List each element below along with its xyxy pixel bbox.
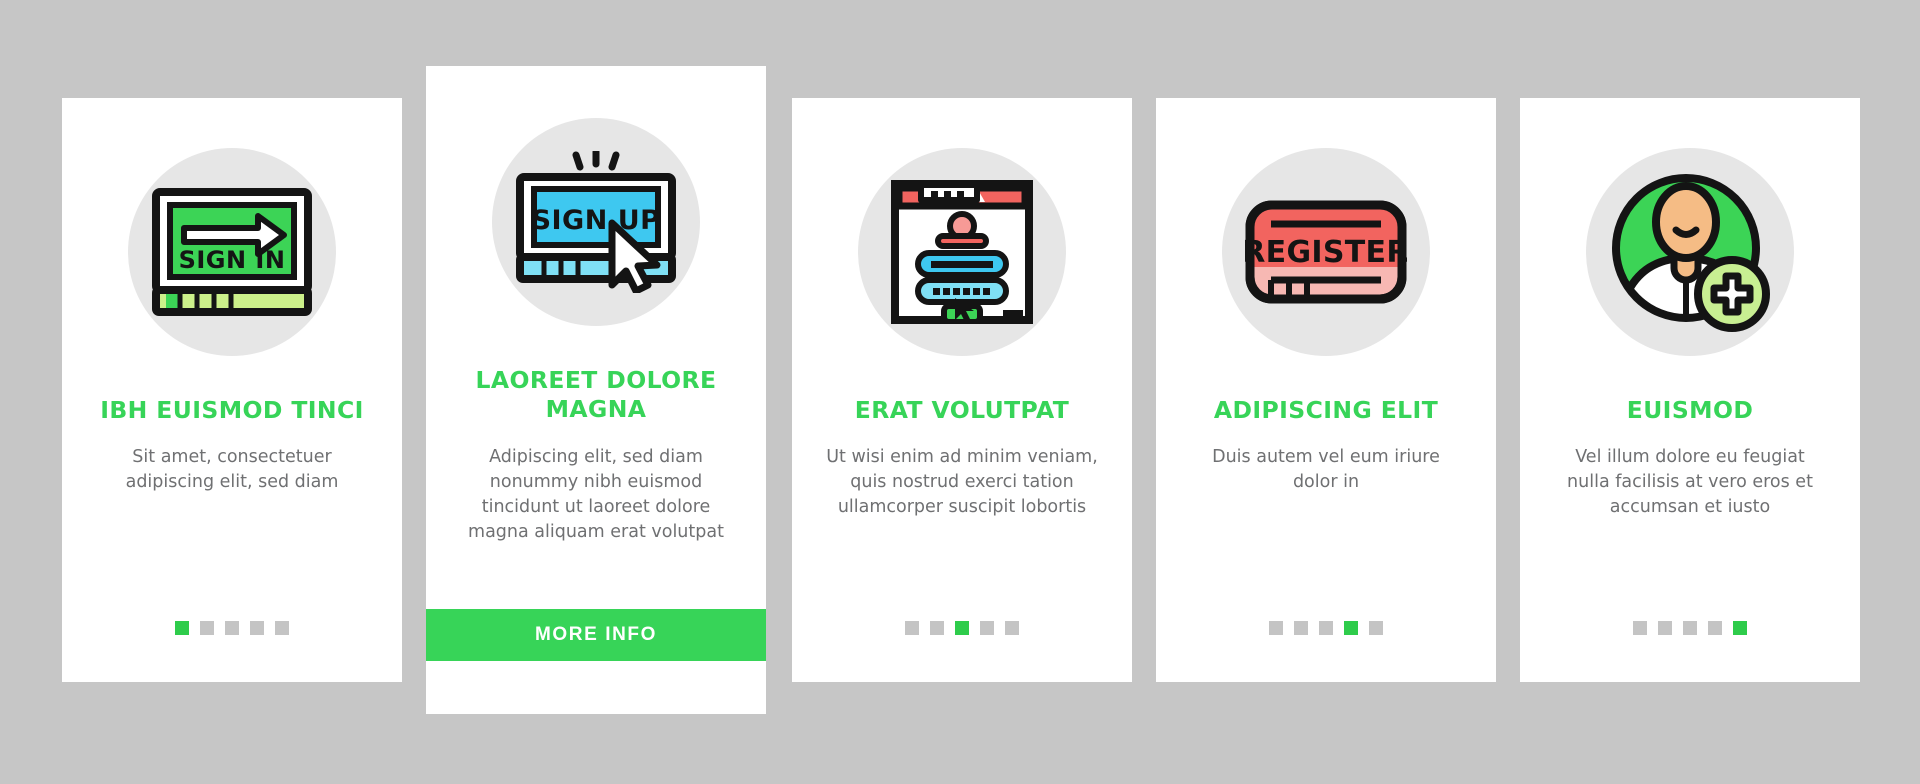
onboarding-card-4[interactable]: REGISTER ADIPISCING ELIT Duis autem vel … xyxy=(1156,98,1496,682)
card-1-title: IBH EUISMOD TINCI xyxy=(100,396,364,424)
pagination-dot[interactable] xyxy=(1369,621,1383,635)
login-form-browser-window-icon xyxy=(891,180,1033,324)
pagination-dot[interactable] xyxy=(250,621,264,635)
card-5-pagination-dots[interactable] xyxy=(1633,621,1747,635)
pagination-dot[interactable] xyxy=(1319,621,1333,635)
card-2-title: LAOREET DOLORE MAGNA xyxy=(475,366,717,424)
pagination-dot[interactable] xyxy=(275,621,289,635)
svg-text:SIGN UP: SIGN UP xyxy=(532,205,661,236)
card-1-pagination-dots[interactable] xyxy=(175,621,289,635)
card-3-title: ERAT VOLUTPAT xyxy=(854,396,1070,424)
card-2-body: Adipiscing elit, sed diam nonummy nibh e… xyxy=(468,446,724,542)
onboarding-card-2[interactable]: SIGN UP LAOREET DOLORE MAGNA Adipiscing … xyxy=(426,66,766,714)
card-3-icon-area xyxy=(858,148,1066,356)
pagination-dot[interactable] xyxy=(1269,621,1283,635)
more-info-button[interactable]: MORE INFO xyxy=(426,609,766,661)
onboarding-card-3[interactable]: ERAT VOLUTPAT Ut wisi enim ad minim veni… xyxy=(792,98,1132,682)
sign-up-screen-cursor-icon: SIGN UP xyxy=(516,151,676,293)
card-3-body: Ut wisi enim ad minim veniam, quis nostr… xyxy=(826,447,1098,518)
card-4-body: Duis autem vel eum iriure dolor in xyxy=(1212,447,1440,493)
onboarding-screens-stage: SIGN IN IBH EUISMOD TINCI Sit amet, cons… xyxy=(0,0,1920,784)
svg-text:SIGN IN: SIGN IN xyxy=(179,246,286,274)
pagination-dot[interactable] xyxy=(1344,621,1358,635)
card-4-icon-area: REGISTER xyxy=(1222,148,1430,356)
pagination-dot[interactable] xyxy=(930,621,944,635)
pagination-dot[interactable] xyxy=(1294,621,1308,635)
pagination-dot[interactable] xyxy=(1633,621,1647,635)
pagination-dot[interactable] xyxy=(1708,621,1722,635)
pagination-dot[interactable] xyxy=(1683,621,1697,635)
pagination-dot[interactable] xyxy=(980,621,994,635)
card-1-body: Sit amet, consectetuer adipiscing elit, … xyxy=(125,447,339,493)
onboarding-card-5[interactable]: EUISMOD Vel illum dolore eu feugiat null… xyxy=(1520,98,1860,682)
card-5-body: Vel illum dolore eu feugiat nulla facili… xyxy=(1567,447,1813,518)
card-5-icon-area xyxy=(1586,148,1794,356)
card-4-pagination-dots[interactable] xyxy=(1269,621,1383,635)
sign-in-screen-icon: SIGN IN xyxy=(152,188,312,316)
pagination-dot[interactable] xyxy=(200,621,214,635)
pagination-dot[interactable] xyxy=(905,621,919,635)
pagination-dot[interactable] xyxy=(1005,621,1019,635)
svg-text:REGISTER: REGISTER xyxy=(1245,235,1407,270)
pagination-dot[interactable] xyxy=(175,621,189,635)
card-3-pagination-dots[interactable] xyxy=(905,621,1019,635)
pagination-dot[interactable] xyxy=(225,621,239,635)
card-2-icon-area: SIGN UP xyxy=(492,118,700,326)
register-button-icon: REGISTER xyxy=(1245,200,1407,304)
pagination-dot[interactable] xyxy=(955,621,969,635)
pagination-dot[interactable] xyxy=(1733,621,1747,635)
pagination-dot[interactable] xyxy=(1658,621,1672,635)
card-1-icon-area: SIGN IN xyxy=(128,148,336,356)
onboarding-card-1[interactable]: SIGN IN IBH EUISMOD TINCI Sit amet, cons… xyxy=(62,98,402,682)
card-4-title: ADIPISCING ELIT xyxy=(1213,396,1439,424)
add-user-avatar-icon xyxy=(1612,174,1770,332)
card-5-title: EUISMOD xyxy=(1626,396,1754,424)
